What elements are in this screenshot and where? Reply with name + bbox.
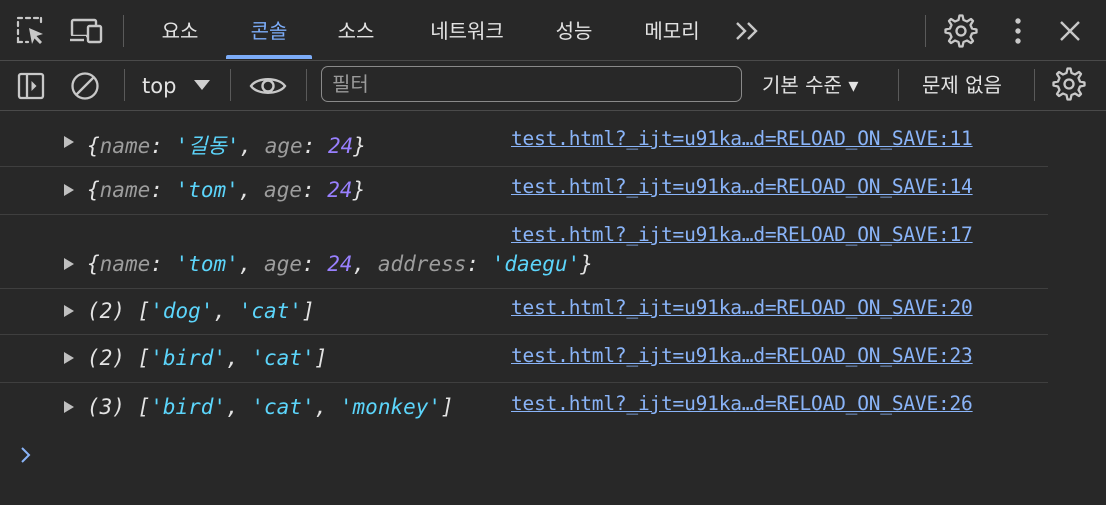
- context-selector[interactable]: top: [142, 61, 176, 111]
- eye-icon[interactable]: [246, 69, 290, 103]
- prompt-chevron-icon: [20, 440, 32, 470]
- issues-button[interactable]: 문제 없음: [922, 61, 1002, 109]
- inspect-icon[interactable]: [14, 14, 48, 48]
- log-levels-dropdown[interactable]: 기본 수준 ▾: [762, 61, 858, 109]
- console-message[interactable]: {name: 'tom', age: 24, address: 'daegu'}: [87, 252, 593, 276]
- console-settings-icon[interactable]: [1051, 66, 1087, 102]
- expand-triangle-icon[interactable]: [64, 258, 74, 270]
- console-message[interactable]: (2) ['bird', 'cat']: [87, 346, 327, 370]
- tab-performance[interactable]: 성능: [544, 0, 604, 60]
- source-link[interactable]: test.html?_ijt=u91ka…d=RELOAD_ON_SAVE:14: [511, 175, 973, 198]
- expand-triangle-icon[interactable]: [64, 352, 74, 364]
- source-link[interactable]: test.html?_ijt=u91ka…d=RELOAD_ON_SAVE:23: [511, 344, 973, 367]
- active-tab-indicator: [226, 55, 312, 59]
- expand-triangle-icon[interactable]: [64, 305, 74, 317]
- device-toolbar-icon[interactable]: [68, 14, 104, 48]
- divider: [898, 69, 899, 101]
- filter-input[interactable]: [321, 66, 742, 102]
- source-link[interactable]: test.html?_ijt=u91ka…d=RELOAD_ON_SAVE:17: [511, 223, 973, 246]
- divider: [306, 69, 307, 101]
- console-message[interactable]: {name: '길동', age: 24}: [87, 130, 366, 160]
- source-link[interactable]: test.html?_ijt=u91ka…d=RELOAD_ON_SAVE:11: [511, 127, 973, 150]
- expand-triangle-icon[interactable]: [64, 136, 74, 148]
- tab-console[interactable]: 콘솔: [226, 0, 312, 60]
- kebab-menu-icon[interactable]: [1004, 13, 1032, 49]
- tab-sources[interactable]: 소스: [326, 0, 386, 60]
- console-message[interactable]: (2) ['dog', 'cat']: [87, 299, 315, 323]
- close-icon[interactable]: [1054, 15, 1086, 47]
- divider: [124, 69, 125, 101]
- dropdown-icon[interactable]: [190, 75, 214, 95]
- more-tabs-icon[interactable]: [732, 16, 764, 46]
- divider: [230, 69, 231, 101]
- tab-memory[interactable]: 메모리: [632, 0, 712, 60]
- clear-console-icon[interactable]: [68, 69, 102, 103]
- source-link[interactable]: test.html?_ijt=u91ka…d=RELOAD_ON_SAVE:20: [511, 296, 973, 319]
- sidebar-toggle-icon[interactable]: [14, 69, 48, 103]
- expand-triangle-icon[interactable]: [64, 401, 74, 413]
- settings-icon[interactable]: [943, 13, 979, 49]
- console-message[interactable]: (3) ['bird', 'cat', 'monkey']: [87, 395, 454, 419]
- divider: [925, 15, 926, 47]
- console-prompt-input[interactable]: [40, 436, 1090, 472]
- expand-triangle-icon[interactable]: [64, 184, 74, 196]
- divider: [1034, 69, 1035, 101]
- tab-elements[interactable]: 요소: [150, 0, 210, 60]
- console-message[interactable]: {name: 'tom', age: 24}: [87, 178, 365, 202]
- divider: [123, 15, 124, 47]
- tab-network[interactable]: 네트워크: [412, 0, 522, 60]
- source-link[interactable]: test.html?_ijt=u91ka…d=RELOAD_ON_SAVE:26: [511, 392, 973, 415]
